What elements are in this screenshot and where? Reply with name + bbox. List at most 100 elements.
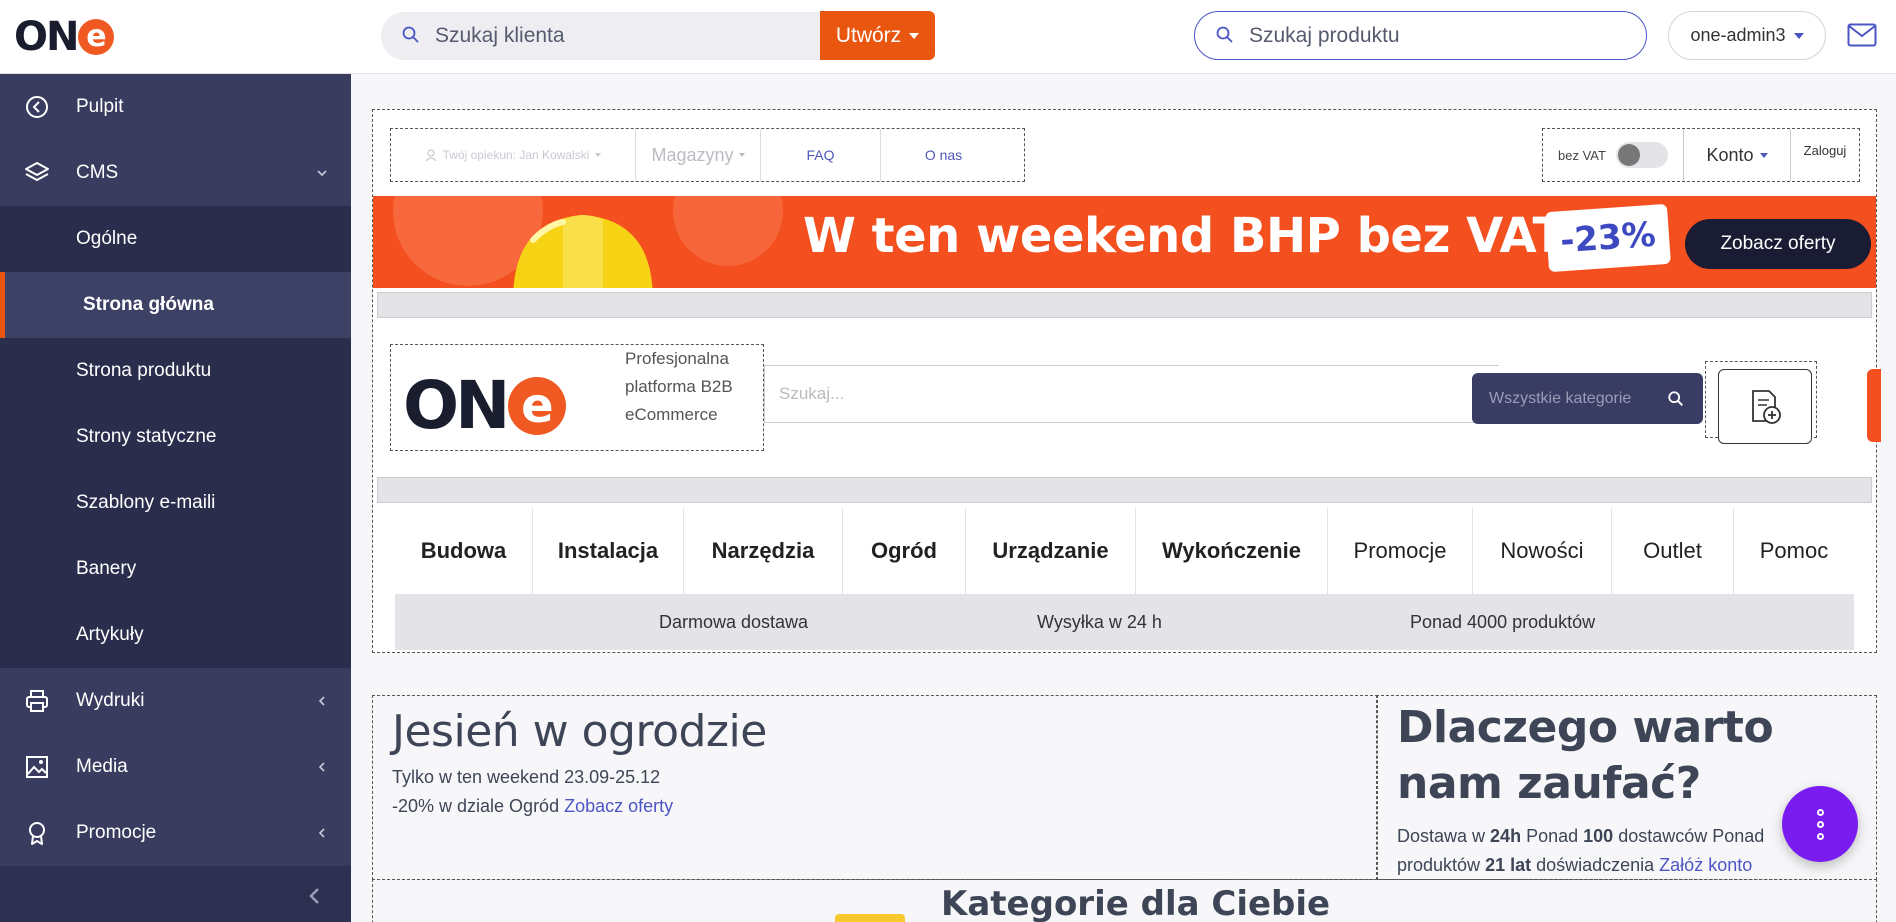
cart-button[interactable] — [1867, 369, 1881, 442]
award-icon — [29, 822, 45, 845]
promo-banner[interactable]: W ten weekend BHP bez VAT! -23% Zobacz o… — [373, 196, 1876, 288]
top-bar: ONe Utwórz one-admin3 — [0, 0, 1896, 74]
mail-icon[interactable] — [1847, 23, 1877, 47]
page-preview: Twój opiekun: Jan Kowalski Magazyny FAQ … — [351, 74, 1896, 922]
sidebar-item-cms[interactable]: CMS — [0, 140, 351, 206]
trust-text-part: Ponad — [1521, 826, 1584, 846]
image-icon — [26, 756, 48, 778]
about-link[interactable]: O nas — [881, 129, 1006, 181]
chevron-left-icon — [318, 762, 325, 772]
client-search-input[interactable] — [435, 24, 821, 48]
user-menu-button[interactable]: one-admin3 — [1668, 11, 1826, 60]
product-search-input[interactable] — [1249, 23, 1646, 48]
sidebar-item-label: Pulpit — [76, 96, 124, 117]
faq-link[interactable]: FAQ — [761, 129, 881, 181]
sidebar-item-promocje[interactable]: Promocje — [0, 800, 351, 866]
see-offers-button[interactable]: Zobacz oferty — [1685, 219, 1871, 269]
create-button-label: Utwórz — [835, 23, 902, 47]
quick-order-button[interactable] — [1718, 369, 1812, 444]
sidebar-subitem-artykuly[interactable]: Artykuły — [0, 602, 351, 668]
store-logo: ON e — [403, 367, 567, 444]
sidebar-subitem-strony-statyczne[interactable]: Strony statyczne — [0, 404, 351, 470]
sidebar-item-label: Szablony e-maili — [76, 492, 216, 513]
promo-title: Jesień w ogrodzie — [392, 706, 767, 757]
utility-bar: Twój opiekun: Jan Kowalski Magazyny FAQ … — [390, 128, 1025, 182]
sidebar-item-pulpit[interactable]: Pulpit — [0, 74, 351, 140]
login-label: Zaloguj — [1803, 143, 1847, 158]
sidebar-subitem-szablony-e-maili[interactable]: Szablony e-maili — [0, 470, 351, 536]
collapse-sidebar-icon[interactable] — [305, 886, 325, 906]
account-manager[interactable]: Twój opiekun: Jan Kowalski — [391, 129, 636, 181]
trust-highlight: 21 lat — [1485, 855, 1532, 875]
sidebar-item-label: Media — [76, 756, 128, 777]
login-link[interactable]: Zaloguj — [1791, 129, 1859, 181]
sidebar-item-label: Promocje — [76, 822, 157, 843]
nav-item[interactable]: Narzędzia — [684, 508, 843, 594]
create-account-link[interactable]: Załóż konto — [1659, 855, 1752, 875]
sidebar-subitem-strona-glowna[interactable]: Strona główna — [0, 272, 351, 338]
info-item: Ponad 4000 produktów — [1410, 612, 1596, 632]
search-icon — [1668, 390, 1684, 406]
nav-item[interactable]: Promocje — [1328, 508, 1473, 594]
spacer-strip — [377, 477, 1872, 503]
banner-decoration — [673, 196, 783, 266]
nav-item[interactable]: Nowości — [1473, 508, 1612, 594]
nav-item[interactable]: Budowa — [395, 508, 533, 594]
trust-text-part: produktów — [1397, 855, 1486, 875]
user-icon — [425, 148, 437, 161]
search-icon — [402, 26, 419, 43]
vat-toggle-group: bez VAT — [1543, 129, 1684, 181]
sidebar-item-label: Strona produktu — [76, 360, 212, 381]
sidebar-item-label: Strony statyczne — [76, 426, 217, 447]
warehouses-label: Magazyny — [651, 144, 734, 165]
sidebar-item-label: Ogólne — [76, 228, 138, 249]
header-section-frame[interactable]: Twój opiekun: Jan Kowalski Magazyny FAQ … — [372, 109, 1881, 653]
promo-section-frame[interactable]: Jesień w ogrodzie Tylko w ten weekend 23… — [372, 695, 1378, 880]
sidebar-subitem-banery[interactable]: Banery — [0, 536, 351, 602]
nav-item[interactable]: Urządzanie — [966, 508, 1136, 594]
dot-icon — [1816, 820, 1824, 828]
sidebar-item-wydruki[interactable]: Wydruki — [0, 668, 351, 734]
category-select[interactable]: Wszystkie kategorie — [1472, 373, 1649, 424]
trust-text-part: Dostawa w — [1397, 826, 1491, 846]
app-logo[interactable]: ON e — [14, 14, 115, 60]
sidebar-item-label: Wydruki — [76, 690, 145, 711]
nav-item[interactable]: Pomoc — [1734, 508, 1854, 594]
dot-icon — [1816, 808, 1824, 816]
categories-section-frame[interactable]: Kategorie dla Ciebie — [372, 879, 1877, 922]
store-search-input[interactable] — [779, 384, 1179, 404]
promo-line-2: -20% w dziale Ogród — [392, 796, 560, 816]
banner-title: W ten weekend BHP bez VAT! — [803, 208, 1587, 264]
sidebar-subitem-strona-produktu[interactable]: Strona produktu — [0, 338, 351, 404]
user-menu-label: one-admin3 — [1690, 25, 1786, 45]
trust-highlight: 24h — [1490, 826, 1522, 846]
sidebar-item-label: CMS — [76, 162, 119, 183]
nav-item[interactable]: Ogród — [843, 508, 966, 594]
nav-item[interactable]: Outlet — [1612, 508, 1734, 594]
trust-highlight: 100 — [1583, 826, 1614, 846]
warehouses-dropdown[interactable]: Magazyny — [636, 129, 761, 181]
promo-line-1: Tylko w ten weekend 23.09-25.12 — [392, 767, 661, 787]
more-actions-button[interactable] — [1782, 786, 1858, 862]
caret-down-icon — [1793, 32, 1804, 39]
caret-down-icon — [595, 153, 602, 157]
nav-item[interactable]: Instalacja — [533, 508, 684, 594]
sidebar-item-label: Artykuły — [76, 624, 144, 645]
store-search-button[interactable] — [1649, 373, 1703, 424]
account-manager-label: Twój opiekun: Jan Kowalski — [442, 148, 590, 162]
nav-item[interactable]: Wykończenie — [1136, 508, 1328, 594]
discount-badge: -23% — [1545, 203, 1671, 273]
account-dropdown[interactable]: Konto — [1684, 129, 1791, 181]
promo-link[interactable]: Zobacz oferty — [564, 796, 673, 816]
vat-toggle[interactable] — [1615, 142, 1668, 168]
store-brand[interactable]: ON e Profesjonalna platforma B2B eCommerc… — [390, 344, 764, 451]
create-button[interactable]: Utwórz — [820, 11, 935, 60]
sidebar-item-label: Banery — [76, 558, 137, 579]
spacer-strip — [377, 292, 1872, 318]
client-search — [381, 12, 821, 60]
sidebar: Pulpit CMS Ogólne Strona główna Strona p… — [0, 74, 351, 922]
sidebar-item-media[interactable]: Media — [0, 734, 351, 800]
store-tagline: Profesjonalna platforma B2B eCommerce — [625, 349, 733, 424]
store-header: ON e Profesjonalna platforma B2B eCommerc… — [373, 323, 1881, 473]
sidebar-subitem-ogolne[interactable]: Ogólne — [0, 206, 351, 272]
